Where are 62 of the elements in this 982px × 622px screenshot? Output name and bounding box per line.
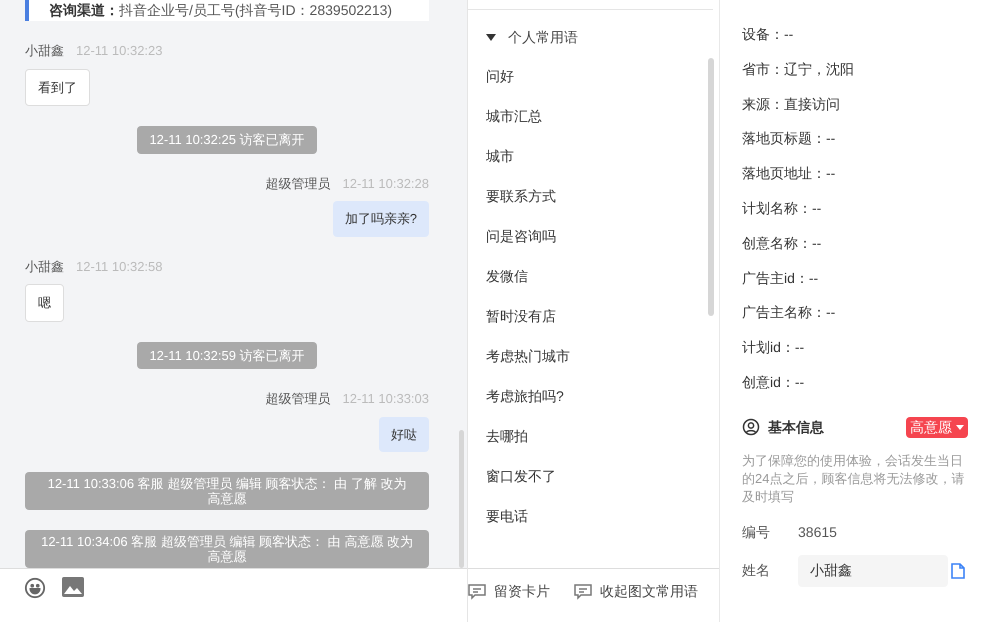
source-info-text: 计划名称：--	[742, 198, 822, 218]
phrase-item[interactable]: 要电话	[486, 496, 528, 536]
source-info-text: 广告主名称：--	[742, 303, 836, 322]
source-info-text: 落地页标题：--	[742, 129, 836, 148]
source-info-text: 来源：直接访问	[742, 94, 840, 114]
message-icon	[468, 584, 486, 600]
section-title: 基本信息	[768, 418, 824, 437]
phrase-item[interactable]: 去哪拍	[486, 416, 528, 456]
user-icon	[742, 418, 760, 436]
source-info-text: 广告主id：--	[742, 268, 818, 288]
system-notice: 12-11 10:32:25 访客已离开	[137, 126, 317, 154]
notice-text: 为了保障您的使用体验，会话发生当日的24点之后，顾客信息将无法修改，请及时填写	[742, 452, 966, 506]
image-icon[interactable]	[62, 577, 84, 597]
phrase-group-toggle[interactable]: 个人常用语	[486, 18, 703, 56]
message-time: 12-11 10:32:23	[76, 42, 162, 60]
log-text: 高意愿	[208, 549, 246, 564]
message-bubble: 看到了	[25, 68, 90, 106]
caret-icon	[486, 34, 496, 40]
phrase-item[interactable]: 问好	[486, 56, 514, 96]
phrase-item[interactable]: 考虑热门城市	[486, 336, 570, 376]
phrase-item[interactable]: 窗口发不了	[486, 456, 556, 496]
log-text: 高意愿	[208, 491, 246, 506]
system-notice: 12-11 10:32:59 访客已离开	[137, 342, 317, 369]
phrase-item[interactable]: 问是咨询吗	[486, 216, 556, 256]
source-info-text: 创意id：--	[742, 372, 804, 392]
phrase-action-button[interactable]: 收起图文常用语	[574, 581, 698, 602]
message-bubble: 加了吗亲亲?	[332, 201, 429, 236]
status-dropdown[interactable]: 高意愿	[906, 416, 968, 438]
caret-icon	[956, 424, 964, 430]
sender-name: 超级管理员	[266, 390, 330, 408]
message-time: 12-11 10:32:58	[76, 258, 162, 276]
message-time: 12-11 10:33:03	[342, 390, 429, 408]
phrase-action-button[interactable]: 留资卡片	[468, 581, 550, 602]
scrollbar[interactable]	[459, 430, 464, 568]
source-info-text: 计划id：--	[742, 338, 804, 358]
sender-name: 小甜鑫	[25, 42, 64, 60]
channel-info: 咨询渠道：抖音企业号/员工号(抖音号ID：2839502213)	[49, 0, 392, 20]
message-time: 12-11 10:32:28	[342, 174, 429, 192]
field-value: 38615	[798, 522, 837, 542]
sender-name: 小甜鑫	[25, 258, 64, 276]
log-text: 12-11 10:34:06 客服 超级管理员 编辑 顾客状态： 由 高意愿 改为	[41, 534, 413, 549]
field-label: 编号	[742, 522, 771, 542]
source-info-text: 省市：辽宁，沈阳	[742, 60, 854, 79]
phrase-item[interactable]: 城市汇总	[486, 96, 542, 136]
copy-icon[interactable]	[951, 562, 965, 579]
phrase-item[interactable]: 城市	[486, 136, 514, 176]
name-input[interactable]: 小甜鑫	[798, 554, 948, 587]
phrase-item[interactable]: 考虑旅拍吗?	[486, 376, 564, 416]
message-bubble: 嗯	[25, 284, 64, 322]
sender-name: 超级管理员	[266, 174, 330, 192]
emoji-icon[interactable]	[24, 577, 46, 599]
log-text: 12-11 10:33:06 客服 超级管理员 编辑 顾客状态： 由 了解 改为	[48, 476, 406, 491]
phrase-item[interactable]: 要联系方式	[486, 176, 556, 216]
field-label: 姓名	[742, 561, 771, 580]
message-bubble: 好哒	[379, 416, 429, 452]
source-info-text: 落地页地址：--	[742, 164, 836, 184]
phrase-item[interactable]: 暂时没有店	[486, 296, 556, 336]
phrase-item[interactable]: 发微信	[486, 256, 528, 296]
source-info-text: 设备：--	[742, 25, 794, 44]
message-icon	[574, 584, 592, 600]
scrollbar[interactable]	[708, 58, 714, 316]
source-info-text: 创意名称：--	[742, 234, 822, 253]
